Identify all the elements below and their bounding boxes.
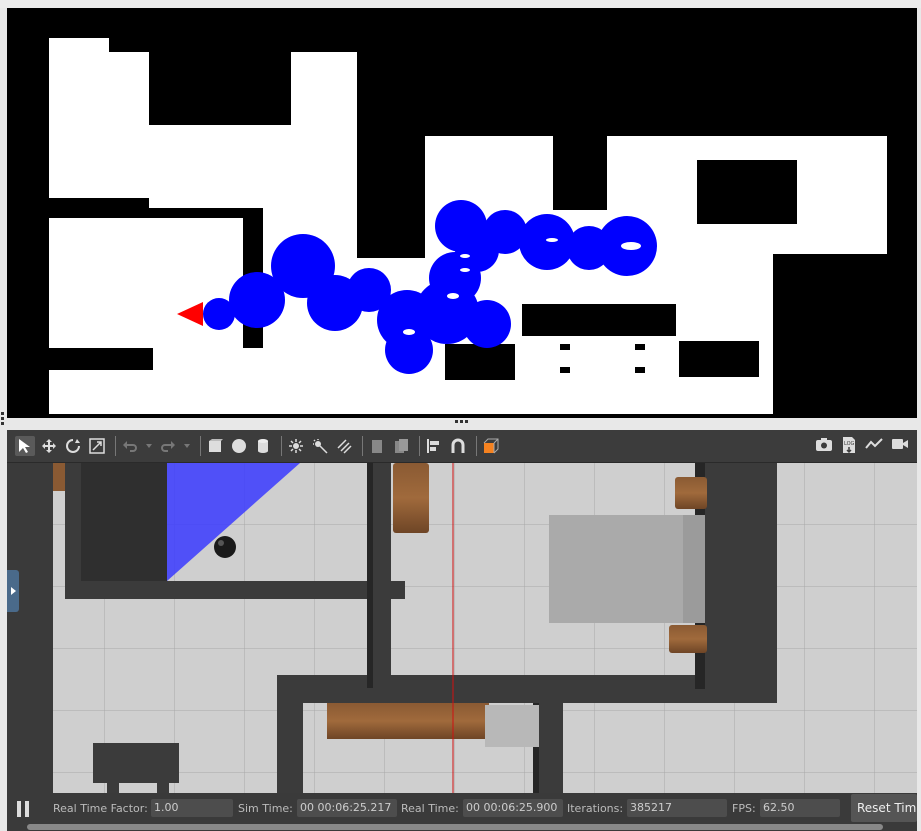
- box-shape-icon[interactable]: [205, 436, 225, 456]
- undo-history-icon[interactable]: [144, 436, 154, 456]
- robot-model: [214, 536, 236, 558]
- fps-label: FPS:: [732, 802, 756, 815]
- toolbar-separator: [115, 436, 116, 456]
- nightstand-top: [675, 477, 707, 509]
- real-time-factor-label: Real Time Factor:: [53, 802, 148, 815]
- appliance: [485, 705, 539, 747]
- toolbar-separator: [362, 436, 363, 456]
- snap-icon[interactable]: [448, 436, 468, 456]
- occupancy-map-view[interactable]: [7, 8, 917, 418]
- log-icon[interactable]: LOG: [841, 436, 857, 458]
- plot-icon[interactable]: [865, 436, 883, 458]
- screenshot-icon[interactable]: [815, 436, 833, 458]
- undo-icon[interactable]: [120, 436, 140, 456]
- redo-history-icon[interactable]: [182, 436, 192, 456]
- redo-icon[interactable]: [158, 436, 178, 456]
- view-angle-icon[interactable]: [481, 436, 501, 456]
- paste-icon[interactable]: [391, 436, 411, 456]
- directional-light-icon[interactable]: [334, 436, 354, 456]
- gazebo-status-bar: Real Time Factor: 1.00 Sim Time: 00 00:0…: [7, 793, 917, 831]
- scene-render: [7, 463, 917, 793]
- gazebo-toolbar: LOG: [7, 430, 917, 463]
- real-time-value: 00 00:06:25.900: [463, 799, 563, 817]
- toolbar-separator: [200, 436, 201, 456]
- toolbar-separator: [281, 436, 282, 456]
- counter: [327, 703, 489, 739]
- record-video-icon[interactable]: [891, 436, 909, 458]
- real-time-label: Real Time:: [401, 802, 459, 815]
- side-panel-toggle[interactable]: [7, 570, 19, 612]
- occupancy-map: [7, 8, 917, 418]
- cylinder-shape-icon[interactable]: [253, 436, 273, 456]
- translate-icon[interactable]: [39, 436, 59, 456]
- horizontal-splitter-handle[interactable]: [455, 420, 469, 426]
- sim-time-label: Sim Time:: [238, 802, 293, 815]
- cabinet: [393, 463, 429, 533]
- pause-button[interactable]: [17, 801, 31, 817]
- align-icon[interactable]: [424, 436, 444, 456]
- top-strip: [0, 0, 921, 8]
- sphere-shape-icon[interactable]: [229, 436, 249, 456]
- scale-icon[interactable]: [87, 436, 107, 456]
- left-shelf: [53, 463, 65, 491]
- fps-value: 62.50: [760, 799, 840, 817]
- real-time-factor-value: 1.00: [151, 799, 233, 817]
- iterations-value: 385217: [627, 799, 727, 817]
- toolbar-right-group: LOG: [815, 436, 909, 458]
- vertical-splitter-handle[interactable]: [0, 410, 6, 430]
- iterations-label: Iterations:: [567, 802, 624, 815]
- copy-icon[interactable]: [367, 436, 387, 456]
- spot-light-icon[interactable]: [310, 436, 330, 456]
- gazebo-3d-viewport[interactable]: [7, 463, 917, 793]
- point-light-icon[interactable]: [286, 436, 306, 456]
- rotate-icon[interactable]: [63, 436, 83, 456]
- select-arrow-icon[interactable]: [15, 436, 35, 456]
- toolbar-separator: [476, 436, 477, 456]
- toolbar-separator: [419, 436, 420, 456]
- svg-text:LOG: LOG: [844, 441, 855, 447]
- reset-time-button[interactable]: Reset Time: [851, 794, 917, 822]
- nightstand-bottom: [669, 625, 707, 653]
- horizontal-scrollbar[interactable]: [27, 824, 883, 830]
- sim-time-value: 00 00:06:25.217: [297, 799, 397, 817]
- gazebo-window: LOG Real Time Factor: 1.00 Sim Time: 00 …: [7, 430, 917, 831]
